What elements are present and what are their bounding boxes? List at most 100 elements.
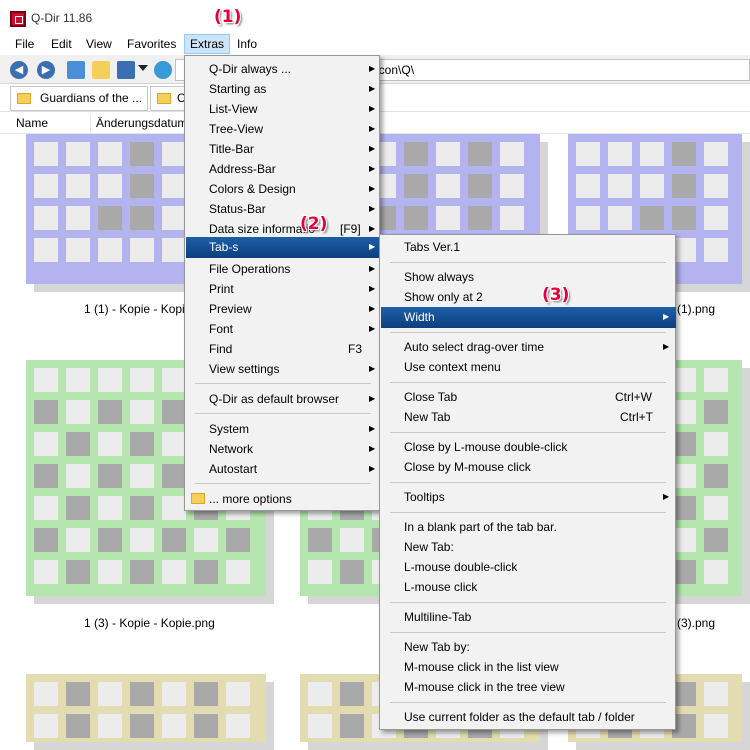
thumbnail-cell xyxy=(226,528,250,552)
thumbnail-cell xyxy=(34,496,58,520)
menu-item-tabs[interactable]: Tab-s ▶ xyxy=(186,237,380,258)
menu-item-preview[interactable]: Preview ▶ xyxy=(186,299,380,319)
menu-item-close-l-mouse[interactable]: Close by L-mouse double-click xyxy=(381,437,676,457)
menu-item-m-mouse-list-view[interactable]: M-mouse click in the list view xyxy=(381,657,676,677)
thumbnail-cell xyxy=(704,528,728,552)
thumbnail-cell xyxy=(308,528,332,552)
menu-item-data-size[interactable]: Data size informatio [F9] ▶ xyxy=(186,219,380,239)
thumbnail-cell xyxy=(436,174,460,198)
submenu-arrow-icon: ▶ xyxy=(369,264,376,273)
folder-icon xyxy=(191,493,205,504)
menu-item-tabs-ver1[interactable]: Tabs Ver.1 xyxy=(381,237,676,257)
thumbnail-cell xyxy=(98,368,122,392)
menu-item-show-always[interactable]: Show always xyxy=(381,267,676,287)
refresh-icon[interactable] xyxy=(154,61,172,79)
submenu-arrow-icon: ▶ xyxy=(369,144,376,153)
thumbnail-cell xyxy=(162,206,186,230)
back-icon[interactable]: ◀ xyxy=(10,61,28,79)
dropdown-icon[interactable] xyxy=(138,65,148,71)
thumbnail-cell xyxy=(34,714,58,738)
menu-item-list-view[interactable]: List-View ▶ xyxy=(186,99,380,119)
menu-item-colors-design[interactable]: Colors & Design ▶ xyxy=(186,179,380,199)
column-divider[interactable] xyxy=(90,114,91,132)
column-date[interactable]: Änderungsdatum xyxy=(96,116,187,130)
thumbnail-cell xyxy=(340,714,364,738)
thumbnail-cell xyxy=(34,142,58,166)
up-icon[interactable] xyxy=(67,61,85,79)
annotation-marker-1: (1) xyxy=(214,7,242,27)
thumbnail[interactable] xyxy=(26,674,274,750)
menu-edit[interactable]: Edit xyxy=(46,34,77,54)
menu-item-l-mouse-click[interactable]: L-mouse click xyxy=(381,577,676,597)
file-name[interactable]: (1).png xyxy=(677,302,715,316)
thumbnail-cell xyxy=(34,400,58,424)
menu-item-new-tab[interactable]: New Tab Ctrl+T xyxy=(381,407,676,427)
menu-item-current-folder-default[interactable]: Use current folder as the default tab / … xyxy=(381,707,676,727)
menu-favorites[interactable]: Favorites xyxy=(122,34,181,54)
menu-extras[interactable]: Extras xyxy=(184,34,231,54)
menu-separator xyxy=(390,512,666,513)
menu-item-tree-view[interactable]: Tree-View ▶ xyxy=(186,119,380,139)
tab-label: Guardians of the ... xyxy=(40,91,143,105)
thumbnail-cell xyxy=(308,560,332,584)
thumbnail-cell xyxy=(704,560,728,584)
menu-item-starting-as[interactable]: Starting as ▶ xyxy=(186,79,380,99)
submenu-arrow-icon: ▶ xyxy=(369,324,376,333)
thumbnail-cell xyxy=(98,682,122,706)
file-name[interactable]: (3).png xyxy=(677,616,715,630)
menu-item-print[interactable]: Print ▶ xyxy=(186,279,380,299)
menu-item-m-mouse-tree-view[interactable]: M-mouse click in the tree view xyxy=(381,677,676,697)
menu-item-title-bar[interactable]: Title-Bar ▶ xyxy=(186,139,380,159)
column-name[interactable]: Name xyxy=(16,116,48,130)
menu-item-more-options[interactable]: ... more options xyxy=(186,489,380,509)
menu-item-close-m-mouse[interactable]: Close by M-mouse click xyxy=(381,457,676,477)
menu-item-qdir-always[interactable]: Q-Dir always ... ▶ xyxy=(186,59,380,79)
menu-item-multiline-tab[interactable]: Multiline-Tab xyxy=(381,607,676,627)
thumbnail-cell xyxy=(640,174,664,198)
menu-view[interactable]: View xyxy=(81,34,117,54)
file-name[interactable]: 1 (3) - Kopie - Kopie.png xyxy=(84,616,215,630)
menu-item-view-settings[interactable]: View settings ▶ xyxy=(186,359,380,379)
thumbnail-cell xyxy=(704,432,728,456)
menu-item-auto-select-drag[interactable]: Auto select drag-over time ▶ xyxy=(381,337,676,357)
menu-item-address-bar[interactable]: Address-Bar ▶ xyxy=(186,159,380,179)
thumbnail-cell xyxy=(98,432,122,456)
menu-item-network[interactable]: Network ▶ xyxy=(186,439,380,459)
thumbnail-cell xyxy=(468,206,492,230)
menu-item-use-context-menu[interactable]: Use context menu xyxy=(381,357,676,377)
menu-item-autostart[interactable]: Autostart ▶ xyxy=(186,459,380,479)
thumbnail-cell xyxy=(66,496,90,520)
thumbnail-cell xyxy=(500,174,524,198)
submenu-arrow-icon: ▶ xyxy=(369,242,376,251)
submenu-arrow-icon: ▶ xyxy=(369,184,376,193)
folder-icon[interactable] xyxy=(92,61,110,79)
menu-item-close-tab[interactable]: Close Tab Ctrl+W xyxy=(381,387,676,407)
menu-file[interactable]: File xyxy=(10,34,39,54)
menu-item-status-bar[interactable]: Status-Bar ▶ xyxy=(186,199,380,219)
thumbnail-cell xyxy=(162,174,186,198)
menu-item-l-mouse-double-click[interactable]: L-mouse double-click xyxy=(381,557,676,577)
menu-item-default-browser[interactable]: Q-Dir as default browser ▶ xyxy=(186,389,380,409)
submenu-arrow-icon: ▶ xyxy=(369,204,376,213)
view-icon[interactable] xyxy=(117,61,135,79)
menu-item-new-tab-label: New Tab: xyxy=(404,540,454,554)
menu-item-show-only-at-2[interactable]: Show only at 2 xyxy=(381,287,676,307)
menu-item-font[interactable]: Font ▶ xyxy=(186,319,380,339)
menu-item-blank-part: In a blank part of the tab bar. xyxy=(404,520,557,534)
menu-info[interactable]: Info xyxy=(232,34,262,54)
tab-guardians[interactable]: Guardians of the ... xyxy=(10,86,148,111)
extras-menu: Q-Dir always ... ▶ Starting as ▶ List-View… xyxy=(184,55,380,511)
menu-item-width[interactable]: Width ▶ xyxy=(381,307,676,328)
forward-icon[interactable]: ▶ xyxy=(37,61,55,79)
menu-item-tooltips[interactable]: Tooltips ▶ xyxy=(381,487,676,507)
thumbnail-cell xyxy=(66,206,90,230)
thumbnail-cell xyxy=(66,560,90,584)
thumbnail-cell xyxy=(576,206,600,230)
menu-separator xyxy=(390,482,666,483)
menu-item-system[interactable]: System ▶ xyxy=(186,419,380,439)
menu-item-find[interactable]: Find F3 xyxy=(186,339,380,359)
file-name[interactable]: 1 (1) - Kopie - Kopi xyxy=(84,302,185,316)
menu-separator xyxy=(195,483,371,484)
menu-item-file-operations[interactable]: File Operations ▶ xyxy=(186,259,380,279)
thumbnail-cell xyxy=(162,528,186,552)
